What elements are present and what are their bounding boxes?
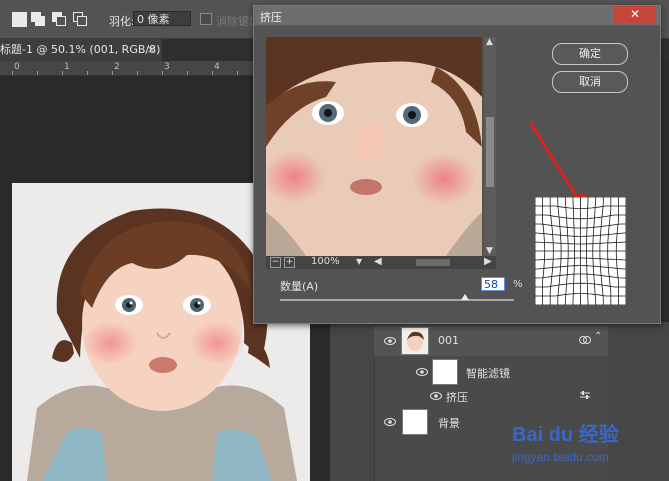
- zoom-in-button[interactable]: +: [284, 257, 295, 268]
- new-selection-icon[interactable]: [12, 12, 27, 27]
- horizontal-ruler: 0 1 2 3 4: [0, 61, 255, 76]
- document-tab[interactable]: 标题-1 @ 50.1% (001, RGB/8) * ×: [0, 39, 162, 61]
- layer-name: 挤压: [446, 391, 468, 404]
- distortion-grid-preview: [534, 196, 627, 306]
- layer-row[interactable]: 挤压: [374, 388, 608, 404]
- subtract-selection-icon[interactable]: [52, 12, 66, 26]
- baidu-jingyan-url: jingyan.baidu.com: [512, 450, 609, 464]
- horizontal-scroll-thumb[interactable]: [416, 259, 450, 266]
- pinched-face-preview: [266, 37, 482, 256]
- visibility-eye-icon[interactable]: [430, 392, 442, 400]
- pinch-dialog: 挤压 ✕ ▲ ▼ − + 100% ▼ ◀ ▶ 确定 取消 数量(A) 58 %: [253, 5, 661, 324]
- zoom-level: 100%: [311, 256, 340, 267]
- add-selection-icon[interactable]: [31, 12, 45, 26]
- amount-slider-thumb[interactable]: [460, 294, 469, 300]
- baidu-jingyan-logo: Bai du 经验: [512, 424, 619, 446]
- ruler-label: 0: [14, 62, 20, 72]
- scroll-left-icon[interactable]: ◀: [374, 256, 382, 267]
- layer-name: 001: [438, 334, 459, 347]
- collapse-chevron-icon[interactable]: ⌃: [594, 331, 602, 342]
- amount-slider[interactable]: [280, 299, 514, 301]
- ruler-label: 1: [64, 62, 70, 72]
- filter-preview[interactable]: [266, 37, 482, 256]
- layer-row[interactable]: 001 ⌃: [374, 326, 608, 356]
- layer-name: 背景: [438, 417, 460, 430]
- document-tab-close-icon[interactable]: ×: [147, 39, 156, 61]
- ruler-label: 4: [214, 62, 220, 72]
- feather-input[interactable]: 0 像素: [133, 11, 191, 26]
- dialog-title: 挤压: [260, 11, 282, 24]
- cancel-button[interactable]: 取消: [552, 71, 628, 93]
- amount-input[interactable]: 58: [481, 277, 505, 291]
- feather-label: 羽化:: [109, 15, 135, 28]
- layer-thumbnail: [401, 327, 429, 355]
- visibility-eye-icon[interactable]: [384, 337, 396, 345]
- visibility-eye-icon[interactable]: [416, 368, 428, 376]
- layer-row[interactable]: 智能滤镜: [374, 358, 608, 386]
- smart-filter-mask-thumbnail: [432, 359, 458, 385]
- antialias-checkbox[interactable]: [200, 13, 212, 25]
- document-tab-title: 标题-1 @ 50.1% (001, RGB/8) *: [0, 43, 162, 56]
- ruler-label: 3: [164, 62, 170, 72]
- ok-button[interactable]: 确定: [552, 43, 628, 65]
- ruler-label: 2: [114, 62, 120, 72]
- scroll-right-icon[interactable]: ▶: [484, 256, 492, 267]
- scroll-up-icon[interactable]: ▲: [486, 37, 493, 47]
- zoom-out-button[interactable]: −: [270, 257, 281, 268]
- vertical-scroll-thumb[interactable]: [486, 117, 494, 187]
- filter-blending-options-icon[interactable]: [579, 391, 591, 400]
- zoom-dropdown-icon[interactable]: ▼: [356, 257, 362, 266]
- intersect-selection-icon[interactable]: [73, 12, 87, 26]
- visibility-eye-icon[interactable]: [384, 418, 396, 426]
- smart-filter-icon: [579, 336, 591, 344]
- dialog-close-button[interactable]: ✕: [614, 6, 656, 23]
- amount-unit: %: [513, 279, 523, 290]
- amount-label: 数量(A): [280, 280, 319, 293]
- dialog-titlebar[interactable]: 挤压 ✕: [254, 6, 660, 26]
- layer-name: 智能滤镜: [466, 367, 510, 380]
- preview-vertical-scrollbar[interactable]: ▲ ▼: [484, 37, 496, 256]
- layer-thumbnail: [402, 409, 428, 435]
- preview-zoom-bar: − + 100% ▼ ◀ ▶: [266, 256, 496, 269]
- scroll-down-icon[interactable]: ▼: [486, 246, 493, 256]
